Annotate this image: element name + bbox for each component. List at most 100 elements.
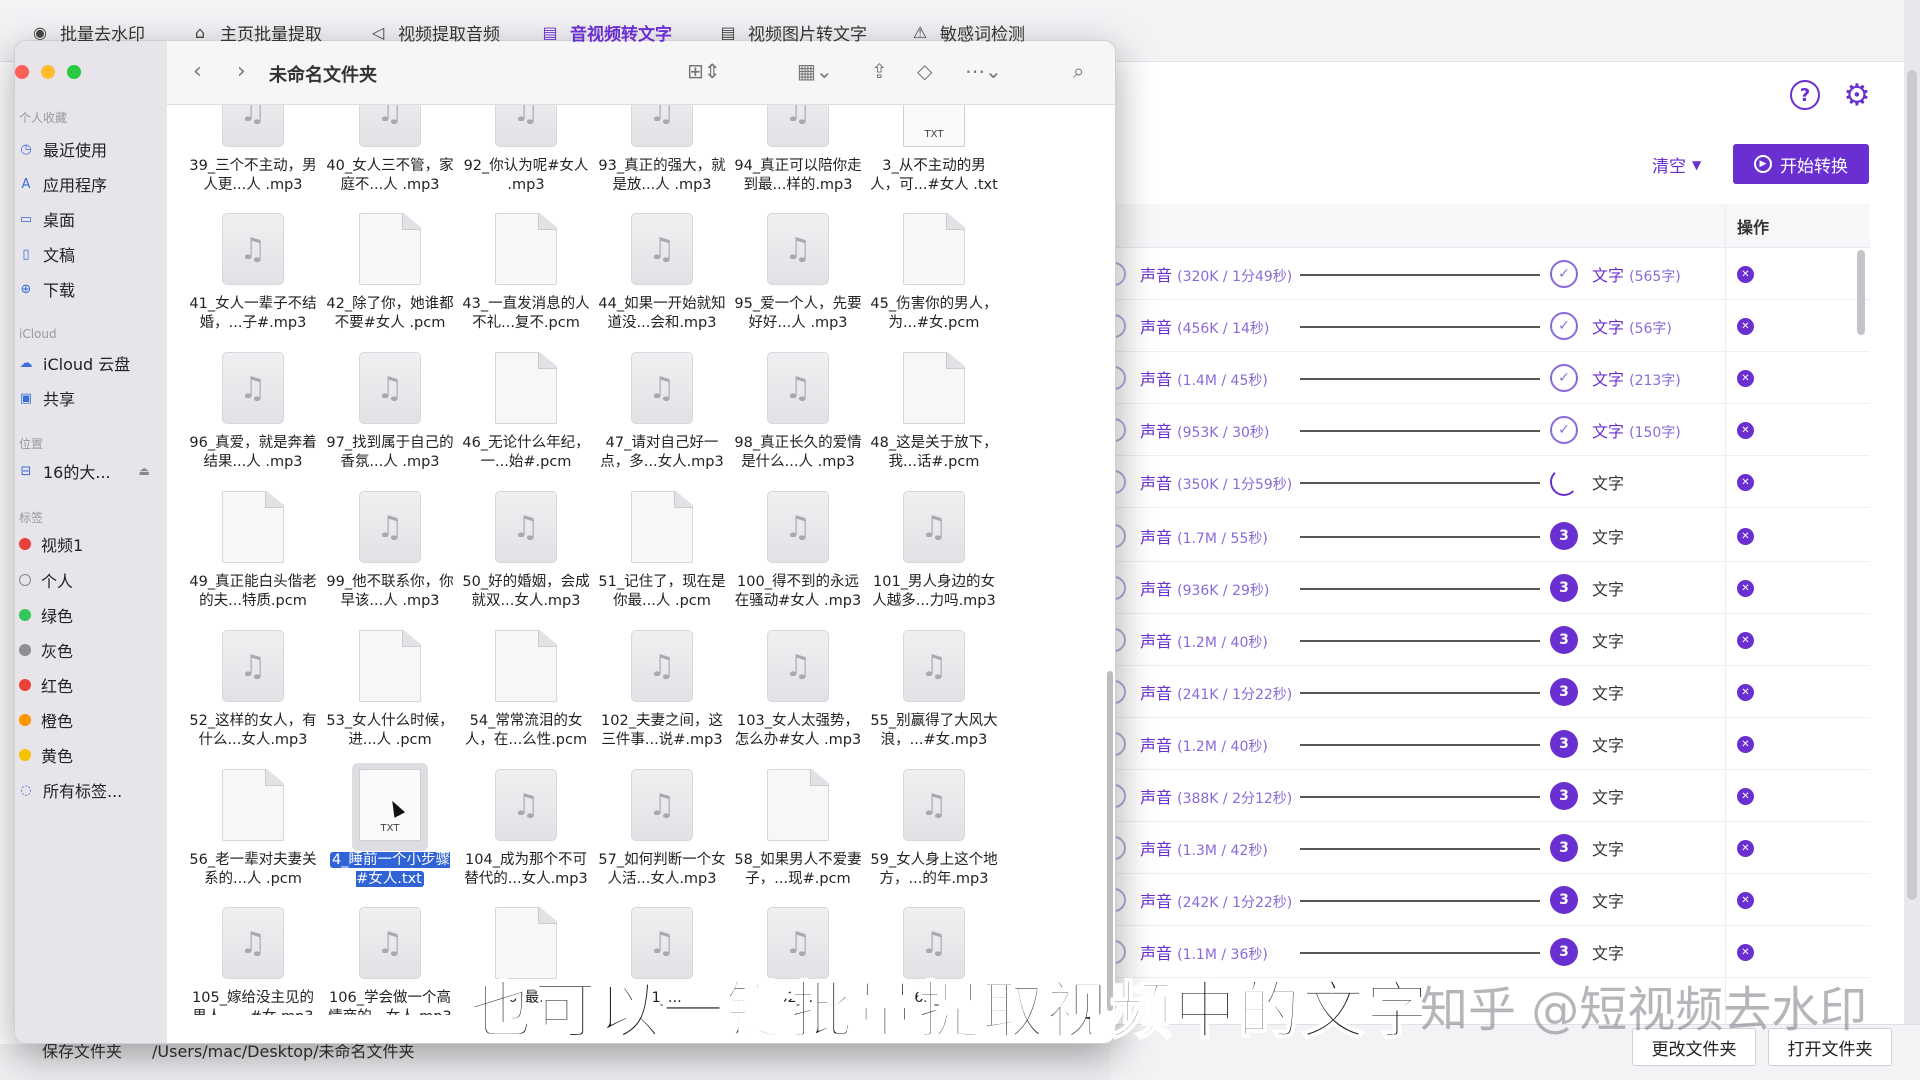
clock-icon: ◷ bbox=[20, 141, 32, 157]
remove-icon[interactable]: ✕ bbox=[1737, 318, 1754, 335]
file-name: 100_得不到的永远在骚动#女人 .mp3 bbox=[734, 574, 862, 609]
sound-label: 声音 (241K / 1分22秒) bbox=[1140, 684, 1293, 703]
view-icons-icon[interactable]: ⊞⇕ bbox=[687, 59, 721, 83]
window-scrollbar-thumb[interactable] bbox=[1907, 70, 1917, 900]
remove-icon[interactable]: ✕ bbox=[1737, 944, 1754, 961]
audio-file-icon: ♫ bbox=[767, 630, 829, 702]
audio-file-icon: ♫ bbox=[495, 769, 557, 841]
text-meta: (213字) bbox=[1629, 373, 1681, 389]
document-file-icon bbox=[631, 491, 693, 563]
sound-label: 声音 (936K / 29秒) bbox=[1140, 580, 1270, 599]
remove-icon[interactable]: ✕ bbox=[1737, 422, 1754, 439]
gear-icon[interactable]: ⚙ bbox=[1840, 78, 1874, 113]
audio-file-icon: ♫ bbox=[359, 907, 421, 979]
sidebar-label: 16的大... bbox=[43, 463, 111, 482]
tab-2[interactable]: ◁ 视频提取音频 bbox=[368, 20, 500, 45]
remove-icon[interactable]: ✕ bbox=[1737, 528, 1754, 545]
remove-icon[interactable]: ✕ bbox=[1737, 632, 1754, 649]
text-result-link[interactable]: 文字 bbox=[1592, 470, 1624, 494]
file-name: 95_爱一个人，先要好好...人 .mp3 bbox=[734, 296, 862, 331]
progress-line bbox=[1300, 430, 1540, 432]
remove-icon[interactable]: ✕ bbox=[1737, 474, 1754, 491]
sidebar-label: 共享 bbox=[43, 390, 76, 409]
sidebar-item[interactable]: ▭ 桌面 bbox=[19, 207, 75, 231]
sidebar-section-header: 标签 bbox=[19, 511, 44, 525]
sidebar-item[interactable]: ▣ 共享 bbox=[19, 386, 75, 410]
clear-dropdown-button[interactable]: 清空 ▼ bbox=[1652, 152, 1701, 177]
task-row: 声音 (456K / 14秒) ✓ 文字 (56字) ✕ bbox=[1102, 300, 1870, 352]
text-result-link[interactable]: 文字 bbox=[1592, 836, 1624, 860]
text-result-link[interactable]: 文字 (150字) bbox=[1592, 418, 1681, 442]
audio-file-icon: ♫ bbox=[631, 105, 693, 147]
remove-icon[interactable]: ✕ bbox=[1737, 684, 1754, 701]
sidebar-item[interactable]: 红色 bbox=[19, 673, 73, 697]
text-result-link[interactable]: 文字 bbox=[1592, 888, 1624, 912]
remove-icon[interactable]: ✕ bbox=[1737, 266, 1754, 283]
sidebar-item[interactable]: ⊕ 下载 bbox=[19, 277, 75, 301]
help-icon[interactable]: ? bbox=[1790, 80, 1820, 110]
task-row: 声音 (1.7M / 55秒) 3 文字 ✕ bbox=[1102, 510, 1870, 562]
tab-0[interactable]: ◉ 批量去水印 bbox=[30, 20, 145, 45]
search-icon[interactable]: ⌕ bbox=[1073, 59, 1084, 83]
share-icon[interactable]: ⇪ bbox=[871, 59, 888, 83]
remove-icon[interactable]: ✕ bbox=[1737, 892, 1754, 909]
remove-icon[interactable]: ✕ bbox=[1737, 736, 1754, 753]
text-meta: (565字) bbox=[1629, 269, 1681, 285]
tab-3[interactable]: ▤ 音视频转文字 bbox=[540, 20, 672, 45]
tab-4[interactable]: ▤ 视频图片转文字 bbox=[718, 20, 867, 45]
forward-icon[interactable]: › bbox=[237, 59, 246, 84]
remove-icon[interactable]: ✕ bbox=[1737, 580, 1754, 597]
sidebar-item[interactable]: 绿色 bbox=[19, 603, 73, 627]
remove-icon[interactable]: ✕ bbox=[1737, 840, 1754, 857]
text-result-link[interactable]: 文字 (565字) bbox=[1592, 262, 1681, 286]
text-result-link[interactable]: 文字 bbox=[1592, 628, 1624, 652]
start-label: 开始转换 bbox=[1780, 156, 1848, 177]
sound-meta: (320K / 1分49秒) bbox=[1177, 269, 1293, 285]
file-name: 54_常常流泪的女人，在...么性.pcm bbox=[464, 713, 588, 748]
minimize-window-button[interactable] bbox=[41, 65, 55, 79]
sidebar-item[interactable]: ◷ 最近使用 bbox=[19, 137, 107, 161]
table-scrollbar[interactable] bbox=[1857, 250, 1865, 335]
progress-line bbox=[1300, 536, 1540, 538]
text-result-link[interactable]: 文字 bbox=[1592, 732, 1624, 756]
sidebar-item[interactable]: 黄色 bbox=[19, 743, 73, 767]
back-icon[interactable]: ‹ bbox=[193, 59, 202, 84]
tab-label: 视频图片转文字 bbox=[748, 24, 867, 45]
sidebar-item[interactable]: ☁ iCloud 云盘 bbox=[19, 351, 131, 375]
file-name: 43_一直发消息的人不礼...复不.pcm bbox=[462, 296, 590, 331]
sidebar-item[interactable]: ◌ 所有标签... bbox=[19, 778, 122, 802]
tab-1[interactable]: ⌂ 主页批量提取 bbox=[190, 20, 322, 45]
file-name: 41_女人一辈子不结婚，...子#.mp3 bbox=[189, 296, 317, 331]
file-name: 96_真爱，就是奔着结果...人 .mp3 bbox=[189, 435, 317, 470]
file-name: 3_从不主动的男人，可...#女人 .txt bbox=[870, 158, 998, 193]
sidebar-item[interactable]: 视频1 bbox=[19, 532, 83, 556]
spinner-icon bbox=[1550, 468, 1578, 496]
remove-icon[interactable]: ✕ bbox=[1737, 370, 1754, 387]
check-icon: ✓ bbox=[1550, 260, 1578, 288]
eject-icon[interactable]: ⏏ bbox=[139, 464, 150, 478]
sidebar-label: 绿色 bbox=[41, 607, 74, 626]
text-result-link[interactable]: 文字 (56字) bbox=[1592, 314, 1672, 338]
zoom-window-button[interactable] bbox=[67, 65, 81, 79]
close-window-button[interactable] bbox=[15, 65, 29, 79]
sidebar-item[interactable]: ⊟ 16的大... ⏏ bbox=[19, 459, 150, 483]
text-result-link[interactable]: 文字 bbox=[1592, 680, 1624, 704]
sidebar-item[interactable]: 个人 bbox=[19, 568, 73, 592]
tab-5[interactable]: ⚠ 敏感词检测 bbox=[910, 20, 1025, 45]
more-actions-icon[interactable]: ⋯⌄ bbox=[965, 59, 1002, 83]
sidebar-item[interactable]: ▯ 文稿 bbox=[19, 242, 75, 266]
task-row: 声音 (350K / 1分59秒) 文字 ✕ bbox=[1102, 456, 1870, 508]
text-result-link[interactable]: 文字 bbox=[1592, 784, 1624, 808]
text-result-link[interactable]: 文字 bbox=[1592, 576, 1624, 600]
tag-icon[interactable]: ◇ bbox=[917, 59, 932, 83]
start-convert-button[interactable]: ▶ 开始转换 bbox=[1733, 144, 1869, 184]
desktop-icon: ▭ bbox=[19, 211, 33, 227]
sidebar-item[interactable]: 灰色 bbox=[19, 638, 73, 662]
text-result-link[interactable]: 文字 bbox=[1592, 524, 1624, 548]
sidebar-item[interactable]: 橙色 bbox=[19, 708, 73, 732]
remove-icon[interactable]: ✕ bbox=[1737, 788, 1754, 805]
text-result-link[interactable]: 文字 (213字) bbox=[1592, 366, 1681, 390]
group-icon[interactable]: ▦⌄ bbox=[797, 59, 833, 83]
sidebar-item[interactable]: A 应用程序 bbox=[19, 172, 107, 196]
text-result-link[interactable]: 文字 bbox=[1592, 940, 1624, 964]
